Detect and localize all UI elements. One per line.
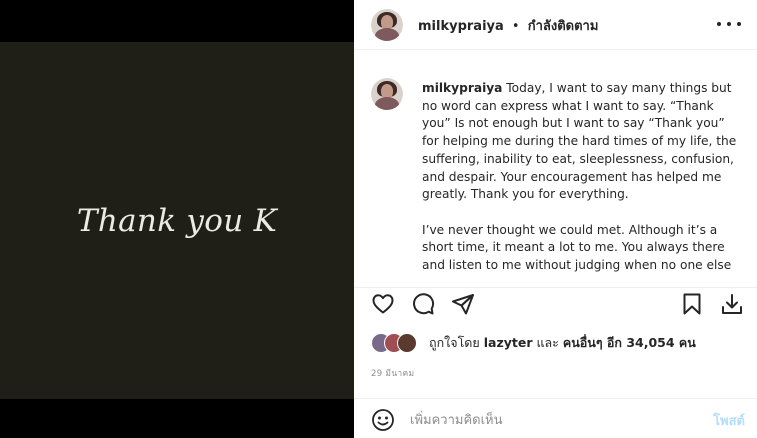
post-viewer: Thank you K milkypraiya • กำลังติดตาม mi… [0, 0, 757, 438]
caption-area: milkypraiya Today, I want to say many th… [354, 70, 757, 274]
header-separator: • [511, 19, 520, 34]
action-bar [354, 287, 757, 319]
liked-by-username[interactable]: lazyter [484, 335, 533, 350]
likes-text: ถูกใจโดย lazyter และ คนอื่นๆ อีก 34,054 … [429, 333, 696, 353]
post-comment-button[interactable]: โพสต์ [713, 410, 745, 431]
comment-bubble-icon[interactable] [411, 292, 435, 316]
caption-author-avatar[interactable] [371, 78, 403, 110]
post-image-text: Thank you K [76, 202, 278, 239]
media-panel: Thank you K [0, 0, 354, 438]
caption-paragraph-1: Today, I want to say many things but no … [422, 81, 737, 202]
author-username[interactable]: milkypraiya [418, 19, 504, 34]
likes-summary: ถูกใจโดย lazyter และ คนอื่นๆ อีก 34,054 … [371, 332, 696, 354]
caption-text: milkypraiya Today, I want to say many th… [422, 80, 742, 274]
more-options-icon[interactable] [717, 14, 741, 34]
following-button[interactable]: กำลังติดตาม [528, 19, 599, 34]
post-header: milkypraiya • กำลังติดตาม [354, 0, 757, 50]
bookmark-icon[interactable] [680, 292, 704, 316]
header-text: milkypraiya • กำลังติดตาม [418, 15, 598, 36]
heart-icon[interactable] [371, 292, 395, 316]
likes-connector: และ [536, 335, 559, 350]
paper-plane-icon[interactable] [451, 292, 475, 316]
liker-avatar [397, 333, 417, 353]
post-image[interactable]: Thank you K [0, 42, 354, 399]
likes-others-link[interactable]: คนอื่นๆ อีก 34,054 คน [563, 335, 696, 350]
caption-paragraph-2: I’ve never thought we could met. Althoug… [422, 222, 732, 273]
comment-input[interactable] [410, 409, 690, 431]
post-details-panel: milkypraiya • กำลังติดตาม milkypraiya To… [354, 0, 757, 438]
liker-avatars[interactable] [371, 332, 425, 354]
smiley-icon[interactable] [371, 408, 395, 432]
download-icon[interactable] [720, 292, 744, 316]
comment-bar: โพสต์ [354, 398, 757, 438]
author-avatar[interactable] [371, 9, 403, 41]
post-date[interactable]: 29 มีนาคม [371, 366, 414, 380]
likes-prefix: ถูกใจโดย [429, 335, 480, 350]
caption-username[interactable]: milkypraiya [422, 81, 502, 95]
